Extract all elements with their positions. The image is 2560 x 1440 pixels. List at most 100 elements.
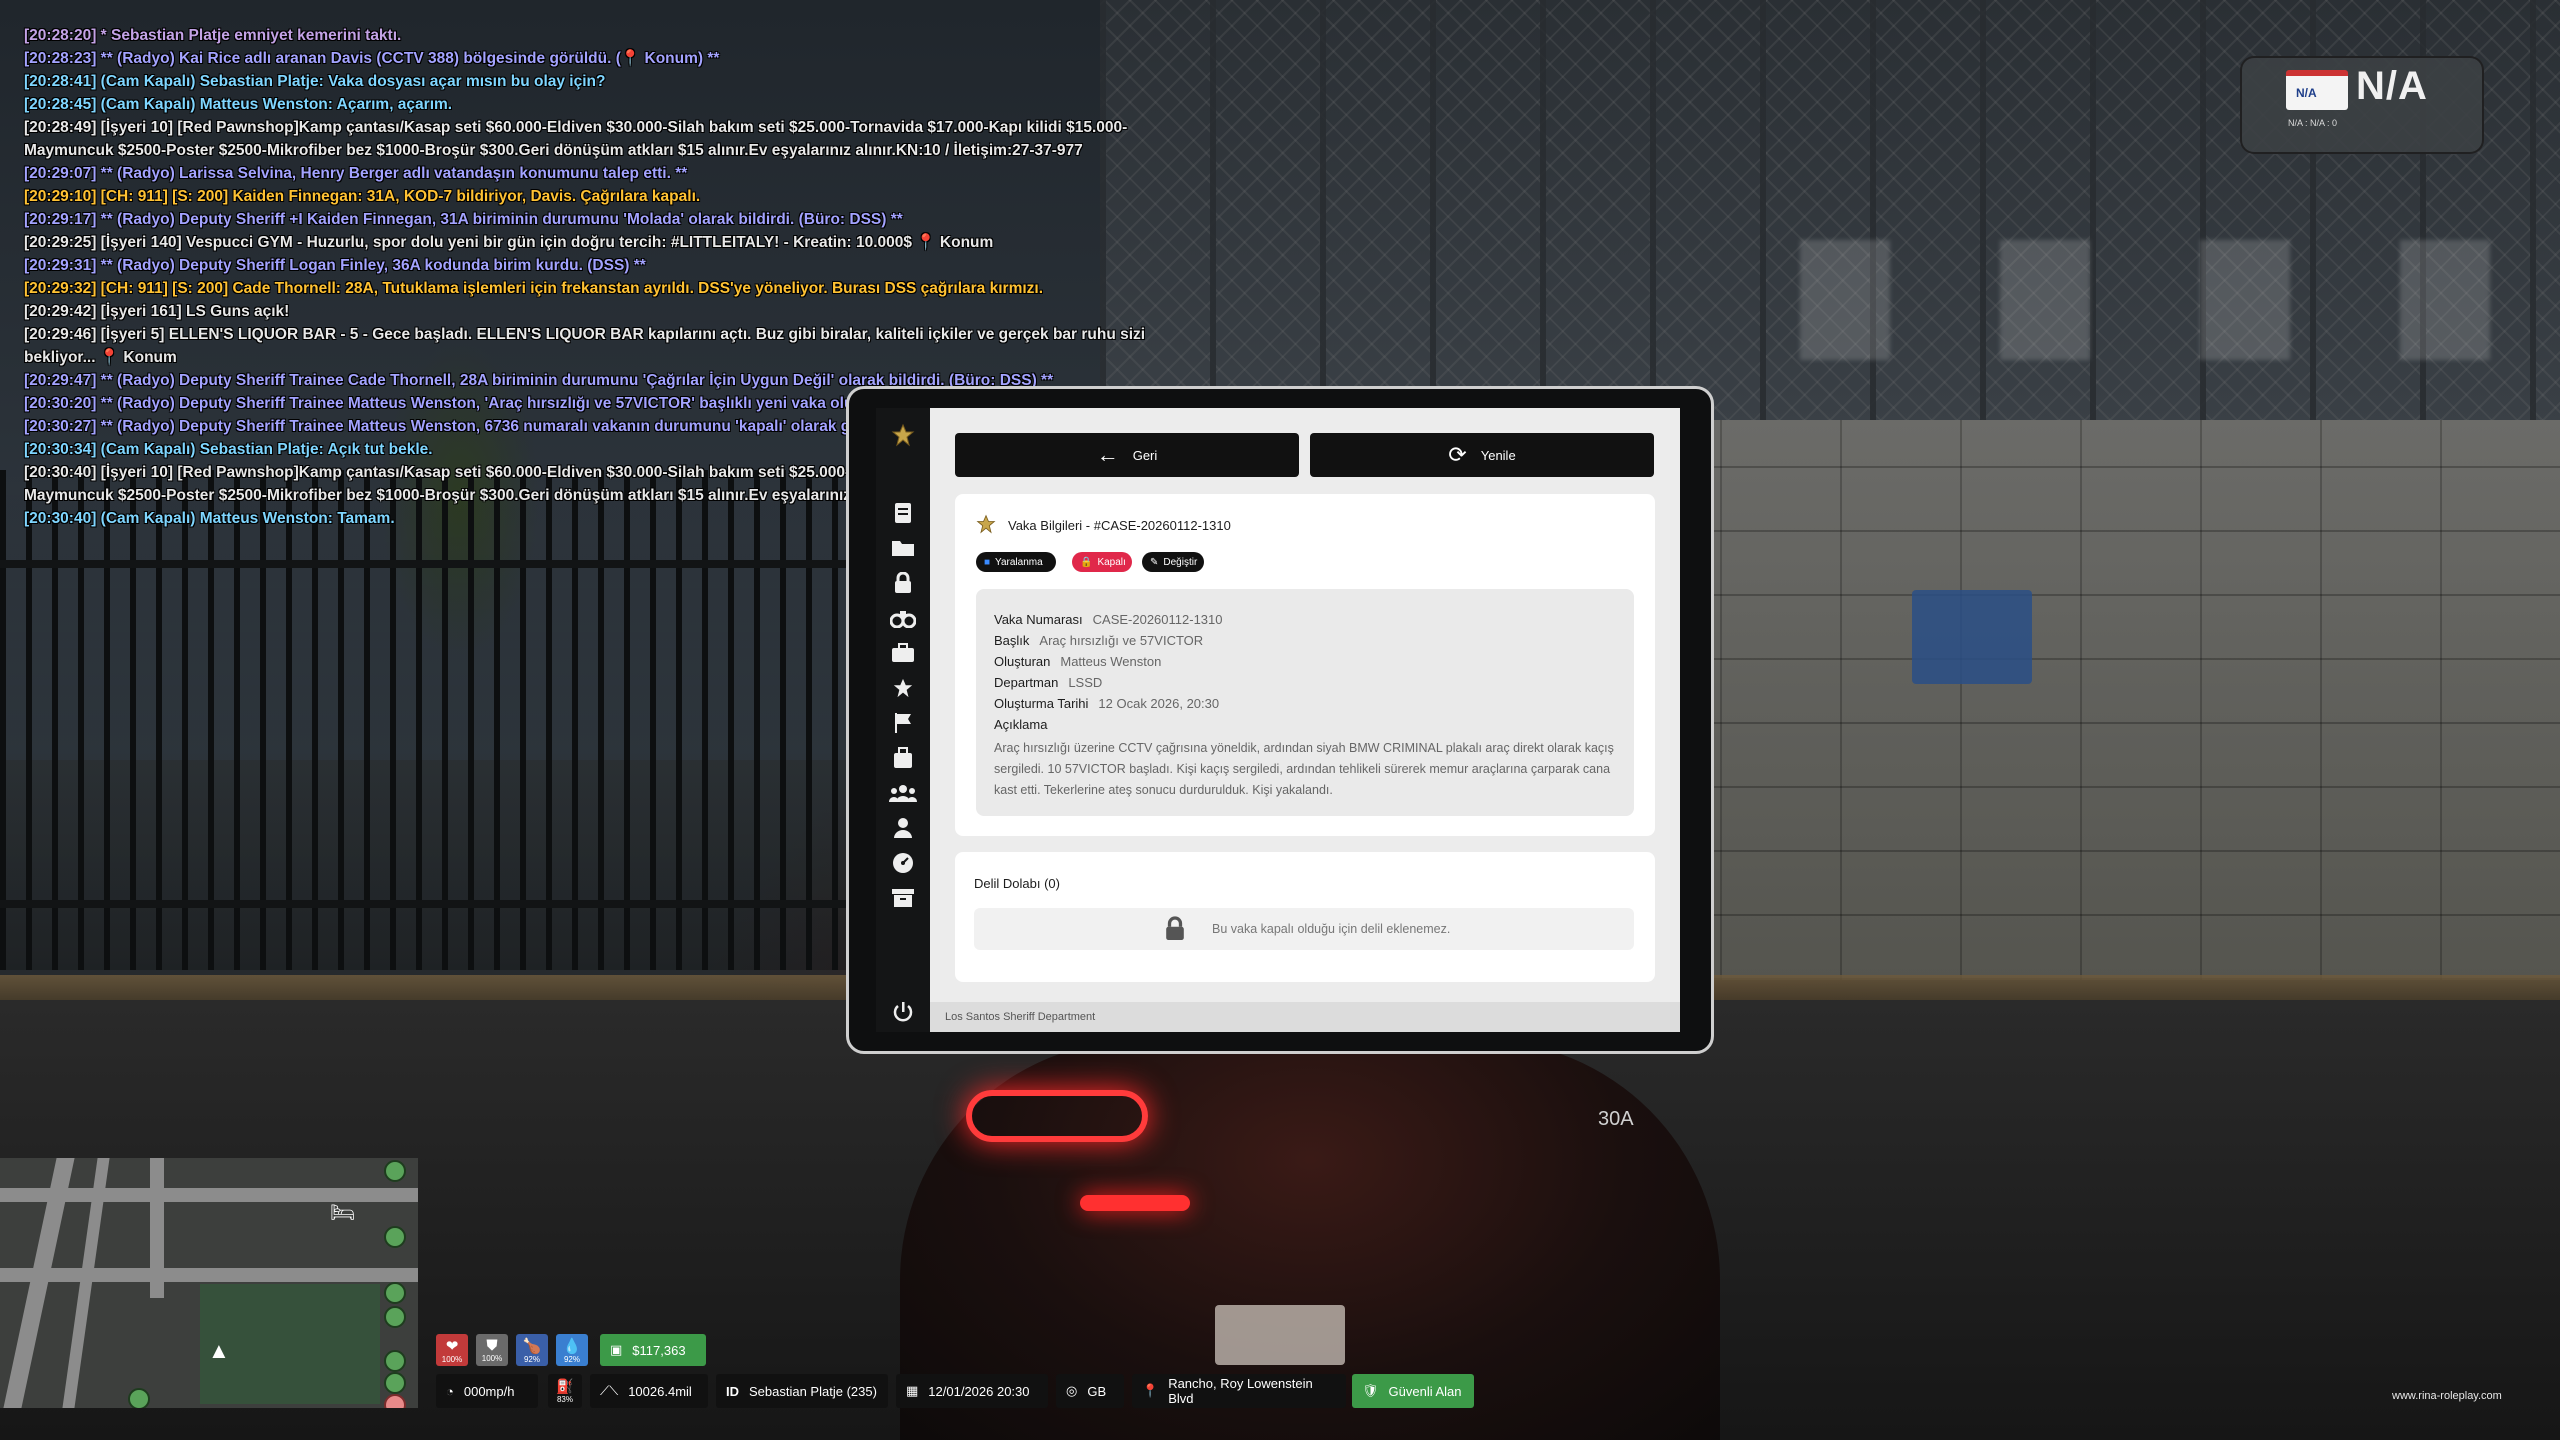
briefcase-icon[interactable] bbox=[886, 638, 920, 668]
shield-icon: ⛊ bbox=[486, 1337, 498, 1354]
user-icon[interactable] bbox=[886, 813, 920, 843]
edit-button[interactable]: ✎ Değiştir bbox=[1142, 552, 1204, 572]
datetime-display: ▦ 12/01/2026 20:30 bbox=[896, 1374, 1048, 1408]
chat-line: [20:29:17] ** (Radyo) Deputy Sheriff +I … bbox=[24, 211, 903, 228]
chat-line: [20:28:45] (Cam Kapalı) Matteus Wenston:… bbox=[24, 96, 453, 113]
plate-mini-text: N/A bbox=[2296, 86, 2317, 100]
player-id-display: ID Sebastian Platje (235) bbox=[716, 1374, 888, 1408]
badge-closed[interactable]: 🔒 Kapalı bbox=[1072, 552, 1132, 572]
field-creator: Oluşturan Matteus Wenston bbox=[994, 654, 1162, 669]
map-pin-icon: 📍 bbox=[1142, 1383, 1159, 1398]
health-indicator: ❤ 100% bbox=[436, 1334, 468, 1366]
power-icon[interactable] bbox=[886, 997, 920, 1027]
player-arrow-icon: ▲ bbox=[208, 1338, 230, 1363]
radio-icon: ◎ bbox=[1066, 1383, 1078, 1398]
server-brand: www.rina-roleplay.com bbox=[2392, 1390, 2502, 1402]
badge-vehicle[interactable]: ■ Yaralanma bbox=[976, 552, 1056, 572]
chat-line: [20:28:23] ** (Radyo) Kai Rice adlı aran… bbox=[24, 50, 720, 67]
speed-display: ◔ 000mp/h bbox=[436, 1374, 538, 1408]
field-created-date: Oluşturma Tarihi 12 Ocak 2026, 20:30 bbox=[994, 696, 1220, 711]
chat-line: [20:29:31] ** (Radyo) Deputy Sheriff Log… bbox=[24, 257, 646, 274]
scene-garage-lights bbox=[1800, 240, 2560, 360]
odometer-display: ⟋⟍ 10026.4mil bbox=[590, 1374, 708, 1408]
lock-icon: 🔒 bbox=[1080, 556, 1093, 568]
star-icon[interactable] bbox=[886, 673, 920, 703]
flag-icon[interactable] bbox=[886, 708, 920, 738]
map-blip bbox=[384, 1350, 406, 1372]
chat-line: [20:28:20] * Sebastian Platje emniyet ke… bbox=[24, 27, 402, 44]
fuel-pump-icon: ⛽ bbox=[556, 1378, 574, 1394]
parking-spot-label: 30A bbox=[1598, 1108, 1634, 1130]
refresh-button-label: Yenile bbox=[1480, 447, 1516, 463]
map-blip bbox=[384, 1372, 406, 1394]
radio-display: ◎ GB bbox=[1056, 1374, 1124, 1408]
back-button-label: Geri bbox=[1132, 447, 1158, 463]
chat-line: [20:29:32] [CH: 911] [S: 200] Cade Thorn… bbox=[24, 280, 1044, 297]
dashboard-gauge-icon[interactable] bbox=[886, 848, 920, 878]
calendar-icon: ▦ bbox=[906, 1383, 919, 1398]
map-blip-red bbox=[384, 1394, 406, 1408]
map-blip bbox=[384, 1226, 406, 1248]
users-icon[interactable] bbox=[886, 778, 920, 808]
suitcase-icon[interactable] bbox=[886, 743, 920, 773]
description-label: Açıklama bbox=[994, 717, 1048, 732]
map-blip bbox=[384, 1306, 406, 1328]
scene-concrete-wall bbox=[1600, 420, 2560, 980]
scene-taillight bbox=[1080, 1195, 1190, 1211]
evidence-empty-text: Bu vaka kapalı olduğu için delil eklenem… bbox=[1212, 922, 1451, 936]
safe-zone-badge: 🛡 Güvenli Alan bbox=[1352, 1374, 1474, 1408]
arrow-left-icon: ← bbox=[1096, 442, 1119, 467]
scene-car-plate bbox=[1215, 1305, 1345, 1365]
hunger-indicator: 🍗 92% bbox=[516, 1334, 548, 1366]
lock-icon bbox=[1164, 916, 1186, 948]
evidence-title: Delil Dolabı (0) bbox=[974, 876, 1060, 891]
chat-line: [20:29:10] [CH: 911] [S: 200] Kaiden Fin… bbox=[24, 188, 701, 205]
shield-check-icon: 🛡 bbox=[1362, 1383, 1379, 1398]
refresh-button[interactable]: ⟳ Yenile bbox=[1310, 433, 1654, 477]
description-text: Araç hırsızlığı üzerine CCTV çağrısına y… bbox=[994, 741, 1614, 797]
road-icon: ⟋⟍ bbox=[600, 1383, 619, 1398]
field-department: Departman LSSD bbox=[994, 675, 1103, 690]
chat-line: [20:28:49] [İşyeri 10] [Red Pawnshop]Kam… bbox=[24, 119, 1128, 159]
binoculars-icon[interactable] bbox=[886, 603, 920, 633]
speedometer-icon: ◔ bbox=[446, 1383, 454, 1399]
footer-text: Los Santos Sheriff Department bbox=[945, 1011, 1096, 1023]
chat-line: [20:29:07] ** (Radyo) Larissa Selvina, H… bbox=[24, 165, 688, 182]
scene-warning-sign bbox=[1912, 590, 2032, 684]
document-icon[interactable] bbox=[886, 498, 920, 528]
archive-icon[interactable] bbox=[886, 883, 920, 913]
map-blip bbox=[128, 1388, 150, 1408]
refresh-icon: ⟳ bbox=[1448, 442, 1467, 467]
case-title: Vaka Bilgileri - #CASE-20260112-1310 bbox=[1008, 518, 1231, 533]
heart-icon: ❤ bbox=[445, 1337, 459, 1355]
food-icon: 🍗 bbox=[522, 1337, 542, 1355]
map-blip bbox=[384, 1282, 406, 1304]
plate-sub-text: N/A : N/A : 0 bbox=[2288, 118, 2338, 128]
truck-icon: ■ bbox=[984, 556, 991, 568]
minimap: ▲ 🛏 bbox=[0, 1158, 418, 1408]
back-button[interactable]: ← Geri bbox=[955, 433, 1299, 477]
sheriff-star-icon bbox=[976, 514, 996, 539]
edit-icon: ✎ bbox=[1150, 556, 1159, 568]
bed-icon: 🛏 bbox=[330, 1202, 356, 1224]
armor-indicator: ⛊ 100% bbox=[476, 1334, 508, 1366]
map-blip bbox=[384, 1160, 406, 1182]
plate-number: N/A bbox=[2356, 64, 2428, 108]
chat-line: [20:28:41] (Cam Kapalı) Sebastian Platje… bbox=[24, 73, 606, 90]
water-drop-icon: 💧 bbox=[562, 1337, 582, 1355]
wallet-icon: ▣ bbox=[610, 1342, 623, 1357]
field-title: Başlık Araç hırsızlığı ve 57VICTOR bbox=[994, 633, 1204, 648]
chat-line: [20:29:25] [İşyeri 140] Vespucci GYM - H… bbox=[24, 234, 994, 251]
sheriff-badge-icon[interactable] bbox=[886, 420, 920, 450]
lock-icon[interactable] bbox=[886, 568, 920, 598]
scene-taillight bbox=[966, 1090, 1148, 1142]
map-road bbox=[0, 1268, 418, 1282]
chat-line: [20:29:42] [İşyeri 161] LS Guns açık! bbox=[24, 303, 290, 320]
fuel-display: ⛽ 83% bbox=[548, 1374, 582, 1408]
money-display: ▣ $117,363 bbox=[600, 1334, 706, 1366]
thirst-indicator: 💧 92% bbox=[556, 1334, 588, 1366]
chat-line: [20:29:46] [İşyeri 5] ELLEN'S LIQUOR BAR… bbox=[24, 326, 1146, 366]
location-display: 📍 Rancho, Roy Lowenstein Blvd bbox=[1132, 1374, 1346, 1408]
field-case-number: Vaka Numarası CASE-20260112-1310 bbox=[994, 612, 1223, 627]
folder-icon[interactable] bbox=[886, 533, 920, 563]
